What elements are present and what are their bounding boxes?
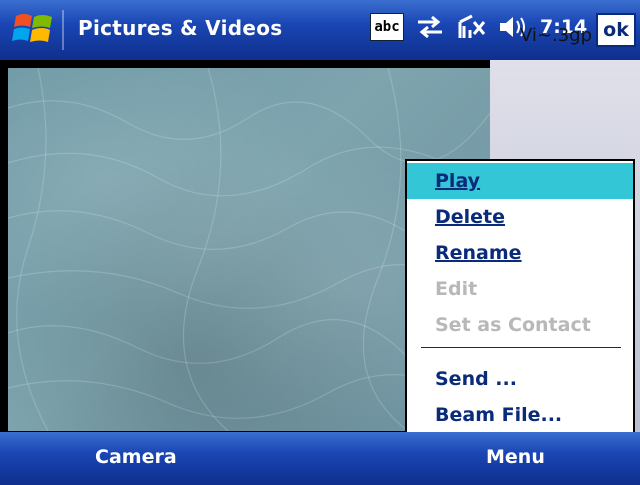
menu-separator: [421, 347, 621, 348]
start-button[interactable]: [6, 12, 62, 50]
menu-item-beam-file[interactable]: Beam File...: [407, 397, 633, 433]
menu-item-rename[interactable]: Rename: [407, 235, 633, 271]
menu-item-play[interactable]: Play: [407, 163, 633, 199]
connectivity-icon[interactable]: [414, 14, 446, 40]
softkey-menu[interactable]: Menu: [486, 446, 545, 468]
menu-item-set-as-contact[interactable]: Set as Contact: [407, 307, 633, 343]
file-name[interactable]: Vi~.3gp: [520, 25, 592, 46]
menu-item-delete[interactable]: Delete: [407, 199, 633, 235]
menu-item-send[interactable]: Send ...: [407, 361, 633, 397]
input-mode-icon[interactable]: abc: [370, 13, 404, 41]
menu-item-edit[interactable]: Edit: [407, 271, 633, 307]
context-menu: Play Delete Rename Edit Set as Contact S…: [405, 159, 635, 434]
title-separator: [62, 10, 64, 50]
ok-button[interactable]: ok: [596, 13, 636, 47]
softkey-camera[interactable]: Camera: [95, 446, 177, 468]
app-title: Pictures & Videos: [78, 16, 283, 40]
windows-flag-icon: [12, 10, 56, 52]
softkey-bar: Camera Menu: [0, 432, 640, 485]
signal-off-icon[interactable]: [456, 12, 488, 42]
